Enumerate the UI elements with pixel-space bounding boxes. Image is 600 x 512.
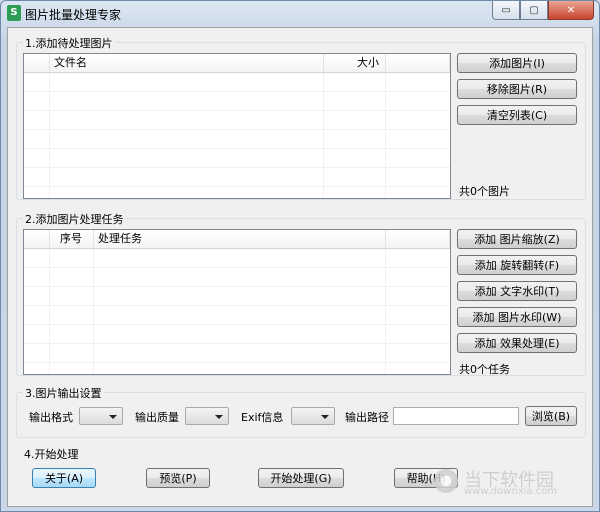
column-empty xyxy=(386,54,450,72)
list-row xyxy=(24,73,450,92)
task-list[interactable]: 序号 处理任务 xyxy=(23,229,451,375)
start-processing-button[interactable]: 开始处理(G) xyxy=(258,468,344,488)
browse-button[interactable]: 浏览(B) xyxy=(525,406,577,426)
column-blank xyxy=(24,54,50,72)
list-row xyxy=(24,325,450,344)
column-blank xyxy=(24,230,50,248)
column-task[interactable]: 处理任务 xyxy=(94,230,386,248)
list-row xyxy=(24,268,450,287)
task-list-header: 序号 处理任务 xyxy=(24,230,450,249)
watermark-url: www.downxia.com xyxy=(464,486,558,497)
image-list-header: 文件名 大小 xyxy=(24,54,450,73)
watermark-logo-icon xyxy=(434,469,458,493)
output-quality-select[interactable] xyxy=(185,407,229,425)
list-row xyxy=(24,249,450,268)
image-count: 共0个图片 xyxy=(459,185,510,198)
add-text-watermark-button[interactable]: 添加 文字水印(T) xyxy=(457,281,577,301)
exif-label: Exif信息 xyxy=(241,411,284,424)
window-title: 图片批量处理专家 xyxy=(25,8,122,22)
exif-select[interactable] xyxy=(291,407,335,425)
app-icon: S xyxy=(7,5,21,21)
add-tasks-group: 2.添加图片处理任务 序号 处理任务 添加 图片缩放(Z) 添加 旋转翻转(F)… xyxy=(16,211,586,376)
list-row xyxy=(24,111,450,130)
output-settings-group-title: 3.图片输出设置 xyxy=(23,385,104,401)
output-path-input[interactable] xyxy=(393,407,519,425)
column-empty xyxy=(386,230,450,248)
output-path-label: 输出路径 xyxy=(345,411,389,424)
column-size[interactable]: 大小 xyxy=(324,54,386,72)
column-index[interactable]: 序号 xyxy=(50,230,94,248)
add-images-group-title: 1.添加待处理图片 xyxy=(23,35,115,51)
minimize-icon[interactable]: ▭ xyxy=(492,1,520,20)
list-row xyxy=(24,149,450,168)
task-count: 共0个任务 xyxy=(459,363,510,376)
list-row xyxy=(24,92,450,111)
chevron-down-icon xyxy=(109,415,117,419)
add-image-button[interactable]: 添加图片(I) xyxy=(457,53,577,73)
add-tasks-group-title: 2.添加图片处理任务 xyxy=(23,211,126,227)
list-row xyxy=(24,287,450,306)
remove-image-button[interactable]: 移除图片(R) xyxy=(457,79,577,99)
add-effect-task-button[interactable]: 添加 效果处理(E) xyxy=(457,333,577,353)
site-watermark: 当下软件园 www.downxia.com xyxy=(434,464,584,498)
clear-list-button[interactable]: 清空列表(C) xyxy=(457,105,577,125)
column-filename[interactable]: 文件名 xyxy=(50,54,324,72)
maximize-icon[interactable]: ▢ xyxy=(520,1,548,20)
list-row xyxy=(24,306,450,325)
client-area: 1.添加待处理图片 文件名 大小 添加图片(I) 移除图片(R) 清空列表(C) xyxy=(7,27,593,507)
app-window: S 图片批量处理专家 ▭ ▢ ✕ 1.添加待处理图片 文件名 大小 添加图片(I… xyxy=(0,0,600,512)
output-settings-group: 3.图片输出设置 输出格式 输出质量 Exif信息 输出路径 浏览(B) xyxy=(16,385,586,438)
chevron-down-icon xyxy=(321,415,329,419)
image-list[interactable]: 文件名 大小 xyxy=(23,53,451,199)
list-row xyxy=(24,168,450,187)
title-bar[interactable]: S 图片批量处理专家 ▭ ▢ ✕ xyxy=(1,1,599,25)
start-processing-group-title: 4.开始处理 xyxy=(22,446,81,462)
add-rotate-task-button[interactable]: 添加 旋转翻转(F) xyxy=(457,255,577,275)
output-format-label: 输出格式 xyxy=(29,411,73,424)
list-row xyxy=(24,363,450,374)
list-row xyxy=(24,344,450,363)
chevron-down-icon xyxy=(215,415,223,419)
add-images-group: 1.添加待处理图片 文件名 大小 添加图片(I) 移除图片(R) 清空列表(C) xyxy=(16,35,586,200)
add-zoom-task-button[interactable]: 添加 图片缩放(Z) xyxy=(457,229,577,249)
list-row xyxy=(24,187,450,198)
list-row xyxy=(24,130,450,149)
output-format-select[interactable] xyxy=(79,407,123,425)
preview-button[interactable]: 预览(P) xyxy=(146,468,210,488)
output-quality-label: 输出质量 xyxy=(135,411,179,424)
add-image-watermark-button[interactable]: 添加 图片水印(W) xyxy=(457,307,577,327)
about-button[interactable]: 关于(A) xyxy=(32,468,96,488)
close-icon[interactable]: ✕ xyxy=(548,1,594,20)
